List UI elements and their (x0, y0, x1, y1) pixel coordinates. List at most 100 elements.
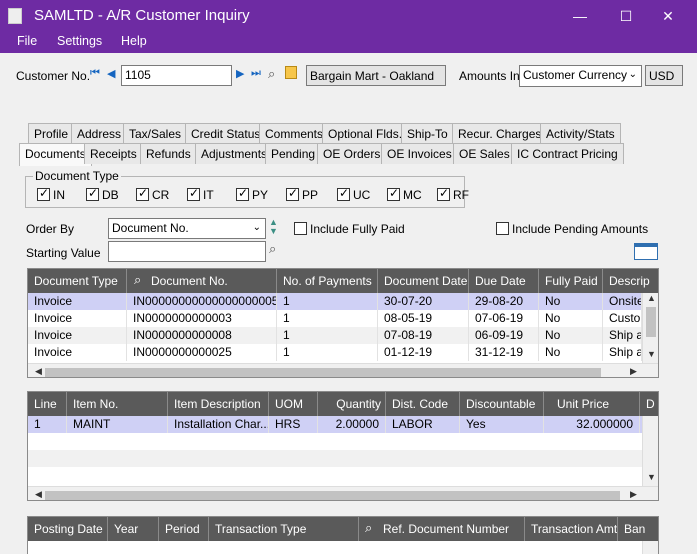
search-icon[interactable]: ⌕ (269, 241, 276, 257)
detail-vscrollbar[interactable]: ▼ (642, 416, 658, 486)
next-record-icon[interactable]: ▶ (236, 67, 244, 80)
finder-icon[interactable]: ⌕ (268, 66, 275, 82)
table-row[interactable] (28, 467, 642, 484)
doc-type-pp-checkbox[interactable] (286, 186, 299, 201)
table-row[interactable]: Invoice IN00000000000000000005 1 30-07-20 29… (28, 293, 642, 310)
doc-type-it-checkbox[interactable] (187, 186, 200, 201)
col-unit-price[interactable]: Unit Price (544, 392, 640, 416)
scroll-right-icon[interactable]: ▶ (625, 489, 642, 500)
tab-comments[interactable]: Comments (259, 123, 330, 144)
amounts-in-label: Amounts In (459, 69, 520, 83)
table-cell: 07-06-19 (469, 310, 539, 327)
col-posting-date[interactable]: Posting Date (28, 517, 108, 541)
col-document-date[interactable]: Document Date (378, 269, 469, 293)
posting-vscrollbar[interactable] (642, 541, 658, 554)
col-description[interactable]: Descrip (603, 269, 658, 293)
tab-ship-to[interactable]: Ship-To (401, 123, 454, 144)
scroll-up-icon[interactable]: ▲ (643, 293, 658, 303)
tab-profile[interactable]: Profile (28, 123, 75, 144)
col-dist-code[interactable]: Dist. Code (386, 392, 460, 416)
close-button[interactable]: ✕ (648, 4, 688, 28)
col-d[interactable]: D (640, 392, 658, 416)
tab-tax-sales[interactable]: Tax/Sales (123, 123, 188, 144)
tab-optional-fields[interactable]: Optional Flds. (322, 123, 409, 144)
table-row[interactable] (28, 450, 642, 467)
scroll-thumb[interactable] (646, 307, 656, 337)
col-line[interactable]: Line (28, 392, 67, 416)
previous-record-icon[interactable]: ◀ (107, 67, 115, 80)
tab-pending[interactable]: Pending (265, 143, 322, 164)
tab-adjustments[interactable]: Adjustments (195, 143, 274, 164)
scroll-right-icon[interactable]: ▶ (625, 366, 642, 377)
table-row[interactable]: Invoice IN0000000000008 1 07-08-19 06-09-19 N… (28, 327, 642, 344)
table-cell: 1 (277, 310, 378, 327)
tab-oe-invoices[interactable]: OE Invoices (381, 143, 458, 164)
tab-credit-status[interactable]: Credit Status (185, 123, 267, 144)
col-document-no[interactable]: Document No. (127, 269, 277, 293)
include-fully-paid-checkbox[interactable] (294, 222, 307, 235)
scroll-thumb[interactable] (45, 368, 601, 377)
first-record-icon[interactable]: ⏮ (90, 67, 100, 80)
doc-type-in-checkbox[interactable] (37, 186, 50, 201)
col-transaction-amt[interactable]: Transaction Amt. (525, 517, 618, 541)
table-row[interactable]: 1 MAINT Installation Char... HRS 2.00000 LABO… (28, 416, 647, 433)
tab-recurring-charges[interactable]: Recur. Charges (452, 123, 548, 144)
col-transaction-type[interactable]: Transaction Type (209, 517, 359, 541)
tab-address[interactable]: Address (71, 123, 128, 144)
doc-type-uc-checkbox[interactable] (337, 186, 350, 201)
sort-order-icon[interactable]: ▲ ▼ (269, 218, 278, 236)
col-no-of-payments[interactable]: No. of Payments (277, 269, 378, 293)
col-discountable[interactable]: Discountable (460, 392, 544, 416)
col-uom[interactable]: UOM (269, 392, 318, 416)
last-record-icon[interactable]: ⏭ (251, 67, 261, 80)
table-cell: 08-05-19 (378, 310, 469, 327)
table-row[interactable]: Invoice IN0000000000003 1 08-05-19 07-06-19 N… (28, 310, 642, 327)
table-cell: No (539, 293, 603, 310)
doc-type-cr-checkbox[interactable] (136, 186, 149, 201)
drilldown-icon[interactable] (634, 243, 658, 260)
col-quantity[interactable]: Quantity (318, 392, 386, 416)
documents-hscrollbar[interactable]: ◀ ▶ (28, 363, 658, 377)
scroll-thumb[interactable] (45, 491, 620, 500)
col-item-description[interactable]: Item Description (168, 392, 269, 416)
table-row[interactable] (28, 433, 642, 450)
order-by-label: Order By (26, 222, 75, 236)
tab-activity-stats[interactable]: Activity/Stats (540, 123, 621, 144)
tab-ic-contract-pricing[interactable]: IC Contract Pricing (511, 143, 624, 164)
col-due-date[interactable]: Due Date (469, 269, 539, 293)
detail-hscrollbar[interactable]: ◀ ▶ (28, 486, 658, 500)
doc-type-rf-checkbox[interactable] (437, 186, 450, 201)
minimize-button[interactable]: — (560, 4, 600, 28)
tab-refunds[interactable]: Refunds (140, 143, 197, 164)
tab-receipts[interactable]: Receipts (84, 143, 143, 164)
maximize-button[interactable]: ☐ (606, 4, 646, 28)
col-period[interactable]: Period (159, 517, 209, 541)
col-year[interactable]: Year (108, 517, 159, 541)
tab-oe-sales[interactable]: OE Sales (453, 143, 516, 164)
tab-oe-orders[interactable]: OE Orders (317, 143, 387, 164)
order-by-select[interactable]: Document No. ⌄ (108, 218, 266, 239)
table-row[interactable]: Invoice IN0000000000025 1 01-12-19 31-12-19 N… (28, 344, 642, 361)
col-fully-paid[interactable]: Fully Paid (539, 269, 603, 293)
customer-number-input[interactable]: 1105 (121, 65, 232, 86)
documents-vscrollbar[interactable]: ▲ ▼ (642, 293, 658, 363)
scroll-down-icon[interactable]: ▼ (643, 472, 658, 482)
col-bank[interactable]: Ban (618, 517, 658, 541)
scroll-down-icon[interactable]: ▼ (643, 349, 658, 359)
menu-settings[interactable]: Settings (57, 34, 102, 48)
col-item-no[interactable]: Item No. (67, 392, 168, 416)
doc-type-db-checkbox[interactable] (86, 186, 99, 201)
col-ref-document-number[interactable]: Ref. Document Number (359, 517, 525, 541)
tab-documents[interactable]: Documents (19, 143, 92, 166)
table-cell: IN0000000000025 (127, 344, 277, 361)
col-document-type[interactable]: Document Type (28, 269, 127, 293)
include-pending-checkbox[interactable] (496, 222, 509, 235)
doc-type-py-checkbox[interactable] (236, 186, 249, 201)
doc-type-mc-checkbox[interactable] (387, 186, 400, 201)
menu-file[interactable]: File (17, 34, 37, 48)
new-record-icon[interactable] (285, 66, 297, 79)
amounts-in-select[interactable]: Customer Currency ⌄ (519, 65, 642, 87)
starting-value-input[interactable] (108, 241, 266, 262)
menu-help[interactable]: Help (121, 34, 147, 48)
customer-label: Customer No. (16, 69, 91, 83)
